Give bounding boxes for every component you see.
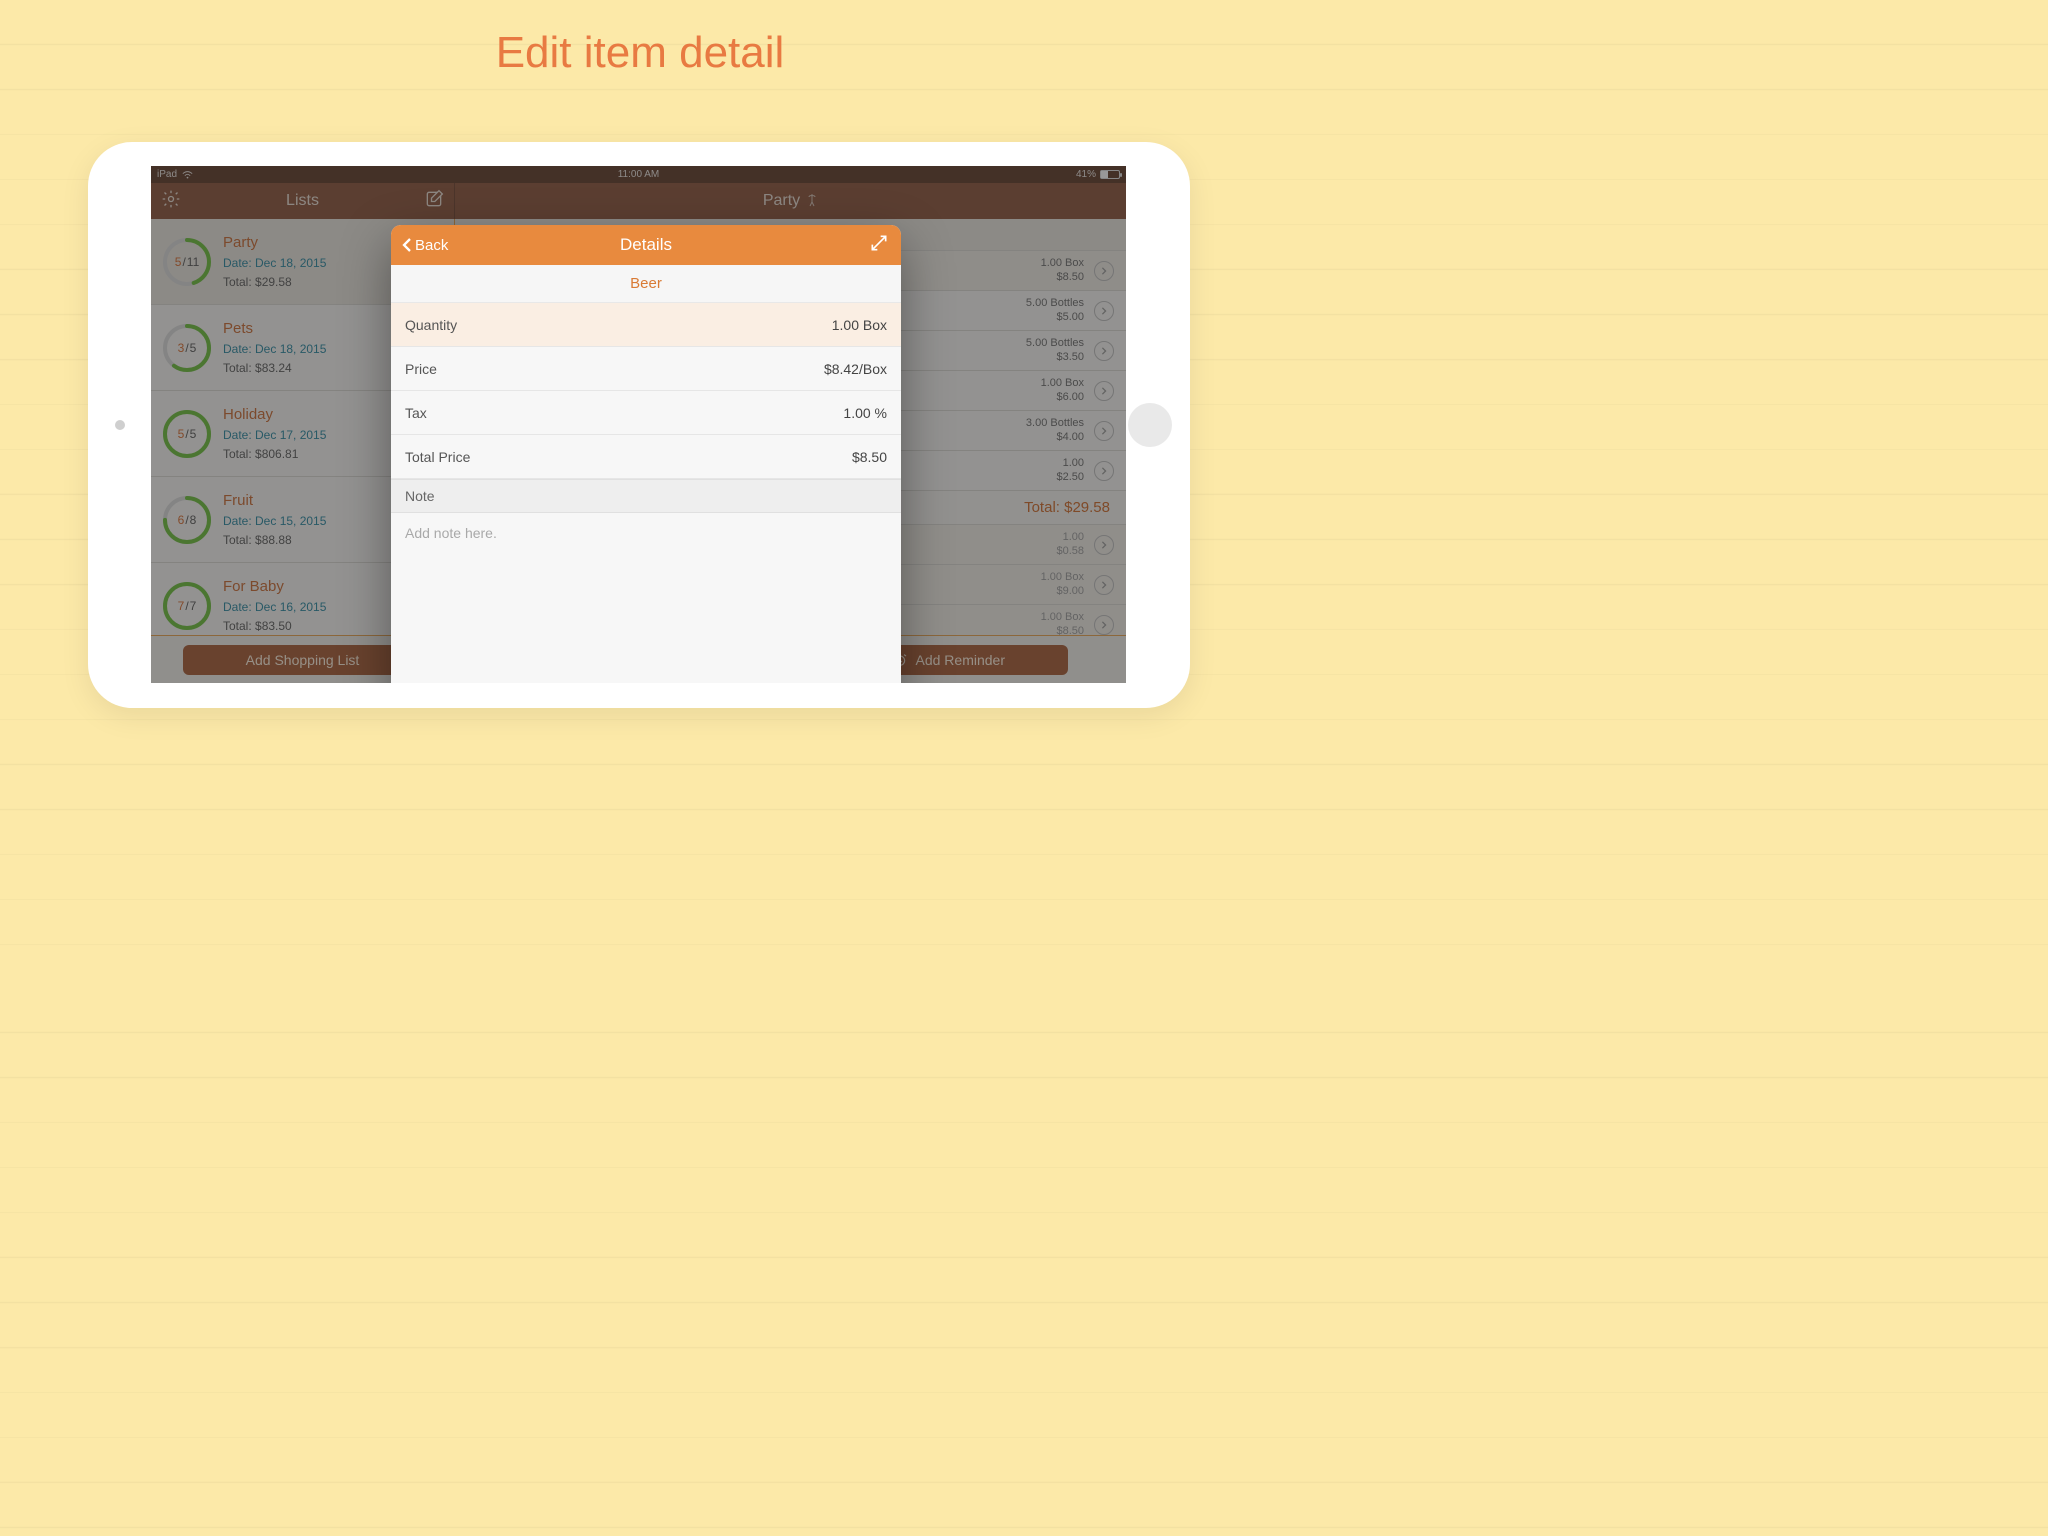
list-title: Party — [223, 233, 326, 253]
item-meta: 1.00$0.58 — [1056, 531, 1084, 557]
ipad-frame: iPad 11:00 AM 41% — [88, 142, 1190, 708]
chevron-left-icon — [401, 237, 413, 253]
progress-ring: 6/8 — [161, 494, 213, 546]
chevron-right-icon — [1100, 347, 1108, 355]
disclosure-button[interactable] — [1094, 535, 1114, 555]
note-section-label: Note — [391, 479, 901, 513]
total-price-row[interactable]: Total Price $8.50 — [391, 435, 901, 479]
disclosure-button[interactable] — [1094, 301, 1114, 321]
list-title: Holiday — [223, 405, 326, 425]
list-date: Date: Dec 15, 2015 — [223, 513, 326, 529]
modal-item-name: Beer — [391, 265, 901, 303]
list-title: For Baby — [223, 577, 326, 597]
device-label: iPad — [157, 169, 177, 180]
header-row: Lists Party — [151, 183, 1126, 219]
sidebar-title: Lists — [286, 192, 319, 210]
chevron-right-icon — [1100, 541, 1108, 549]
item-meta: 5.00 Bottles$3.50 — [1026, 337, 1084, 363]
chevron-right-icon — [1100, 427, 1108, 435]
quantity-row[interactable]: Quantity 1.00 Box — [391, 303, 901, 347]
quantity-label: Quantity — [405, 317, 457, 333]
price-row[interactable]: Price $8.42/Box — [391, 347, 901, 391]
back-button[interactable]: Back — [401, 237, 448, 254]
item-meta: 3.00 Bottles$4.00 — [1026, 417, 1084, 443]
list-total: Total: $83.50 — [223, 618, 326, 634]
list-total: Total: $88.88 — [223, 532, 326, 548]
add-shopping-list-button[interactable]: Add Shopping List — [183, 645, 423, 675]
main-title: Party — [763, 192, 800, 210]
chevron-right-icon — [1100, 467, 1108, 475]
list-date: Date: Dec 18, 2015 — [223, 255, 326, 271]
chevron-right-icon — [1100, 581, 1108, 589]
ipad-home-button[interactable] — [1128, 403, 1172, 447]
page-title: Edit item detail — [0, 28, 1280, 78]
item-meta: 5.00 Bottles$5.00 — [1026, 297, 1084, 323]
item-meta: 1.00 Box$6.00 — [1041, 377, 1084, 403]
modal-title: Details — [620, 235, 672, 255]
list-title: Pets — [223, 319, 326, 339]
disclosure-button[interactable] — [1094, 575, 1114, 595]
battery-icon — [1100, 170, 1120, 179]
chevron-right-icon — [1100, 307, 1108, 315]
list-date: Date: Dec 17, 2015 — [223, 427, 326, 443]
item-meta: 1.00 Box$9.00 — [1041, 571, 1084, 597]
note-textarea[interactable]: Add note here. — [391, 513, 901, 553]
price-value: $8.42/Box — [824, 361, 887, 377]
list-total: Total: $29.58 — [223, 274, 326, 290]
expand-button[interactable] — [869, 233, 889, 258]
total-price-value: $8.50 — [852, 449, 887, 465]
chevron-right-icon — [1100, 621, 1108, 629]
disclosure-button[interactable] — [1094, 261, 1114, 281]
item-meta: 1.00 Box$8.50 — [1041, 257, 1084, 283]
tax-value: 1.00 % — [843, 405, 887, 421]
ipad-camera — [115, 420, 125, 430]
reminder-label: Add Reminder — [916, 652, 1006, 668]
disclosure-button[interactable] — [1094, 381, 1114, 401]
chevron-right-icon — [1100, 387, 1108, 395]
disclosure-button[interactable] — [1094, 615, 1114, 635]
wifi-icon — [182, 171, 193, 179]
disclosure-button[interactable] — [1094, 421, 1114, 441]
disclosure-button[interactable] — [1094, 341, 1114, 361]
quantity-value: 1.00 Box — [832, 317, 887, 333]
modal-header: Back Details — [391, 225, 901, 265]
pin-icon[interactable] — [806, 193, 818, 210]
ipad-screen: iPad 11:00 AM 41% — [151, 166, 1126, 683]
clock: 11:00 AM — [618, 169, 660, 180]
progress-ring: 5/11 — [161, 236, 213, 288]
compose-icon — [424, 189, 444, 209]
expand-icon — [869, 233, 889, 253]
tax-row[interactable]: Tax 1.00 % — [391, 391, 901, 435]
progress-ring: 3/5 — [161, 322, 213, 374]
item-meta: 1.00 Box$8.50 — [1041, 611, 1084, 635]
details-modal: Back Details Beer Quantity 1.00 Box Pric… — [391, 225, 901, 683]
edit-lists-button[interactable] — [424, 189, 444, 214]
status-bar: iPad 11:00 AM 41% — [151, 166, 1126, 183]
total-price-label: Total Price — [405, 449, 470, 465]
list-date: Date: Dec 18, 2015 — [223, 341, 326, 357]
price-label: Price — [405, 361, 437, 377]
tax-label: Tax — [405, 405, 427, 421]
progress-ring: 7/7 — [161, 580, 213, 632]
settings-button[interactable] — [161, 189, 181, 214]
sidebar-header: Lists — [151, 183, 455, 219]
list-total: Total: $806.81 — [223, 446, 326, 462]
battery-text: 41% — [1076, 169, 1096, 180]
chevron-right-icon — [1100, 267, 1108, 275]
main-header: Party — [455, 183, 1126, 219]
back-label: Back — [415, 237, 448, 254]
list-date: Date: Dec 16, 2015 — [223, 599, 326, 615]
list-total: Total: $83.24 — [223, 360, 326, 376]
list-title: Fruit — [223, 491, 326, 511]
disclosure-button[interactable] — [1094, 461, 1114, 481]
gear-icon — [161, 189, 181, 209]
progress-ring: 5/5 — [161, 408, 213, 460]
item-meta: 1.00$2.50 — [1056, 457, 1084, 483]
